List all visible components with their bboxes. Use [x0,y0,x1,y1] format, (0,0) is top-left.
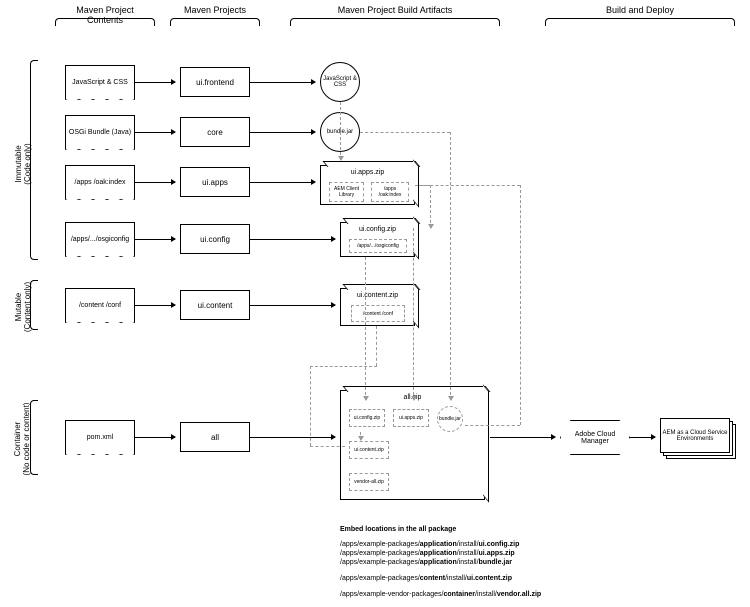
project-config: ui.config [180,224,250,254]
pkg-title: ui.apps.zip [321,169,414,176]
brace-deploy [545,18,735,26]
dashed-line [413,228,414,400]
dashed-line [310,446,345,447]
row-label-immutable: Immutable(Code only) [14,124,32,204]
artifact-all-zip: all.zip ui.config.zip ui.apps.zip bundle… [340,390,485,500]
dashed-line [310,366,311,446]
arrow [630,437,655,438]
project-content: ui.content [180,290,250,320]
dashed-line [376,326,377,366]
artifact-content-zip: ui.content.zip /content /conf [340,288,415,326]
artifact-apps-zip: ui.apps.zip AEM Client Library /apps /oa… [320,165,415,205]
all-inner-content: ui.content.zip [349,441,389,459]
content-config: /apps/.../osgiconfig [65,222,135,257]
arrow [135,437,175,438]
dashed-line [415,185,520,186]
arrow [135,132,175,133]
arrow [135,239,175,240]
col-header-artifacts: Maven Project Build Artifacts [320,5,470,15]
content-content: /content /conf [65,288,135,323]
pkg-title: ui.config.zip [341,226,414,233]
arrow [135,82,175,83]
dashed-line [465,425,520,426]
footer-title: Embed locations in the all package [340,525,456,534]
content-osgi: OSGi Bundle (Java) [65,115,135,150]
row-label-container: Container(No code or content) [13,389,31,489]
brace-artifacts [290,18,500,26]
brace-projects [170,18,260,26]
project-all: all [180,422,250,452]
dashed-line [450,132,451,400]
arrow [250,182,315,183]
all-inner-apps: ui.apps.zip [393,409,429,427]
row-label-mutable: Mutable(Content only) [14,267,32,347]
dashed-line [360,132,450,133]
artifact-config-zip: ui.config.zip /apps/.../osgiconfig [340,222,415,257]
all-inner-config: ui.config.zip [349,409,385,427]
arrow [250,437,335,438]
col-header-deploy: Build and Deploy [580,5,700,15]
arrow [135,305,175,306]
dashed-line [360,432,361,440]
project-frontend: ui.frontend [180,67,250,97]
all-inner-vendor: vendor-all.zip [349,473,389,491]
arrow [250,82,315,83]
arrow [250,132,315,133]
inner-config: /apps/.../osgiconfig [349,239,407,253]
content-jscss: JavaScript & CSS [65,65,135,100]
dashed-line [340,102,341,160]
footer-line-3: /apps/example-packages/application/insta… [340,558,512,567]
pkg-title: ui.content.zip [341,292,414,299]
inner-clientlib: AEM Client Library [329,182,364,202]
dashed-line [430,185,431,228]
arrow [135,182,175,183]
project-core: core [180,117,250,147]
project-apps: ui.apps [180,167,250,197]
aem-environments: AEM as a Cloud Service Environments [660,418,735,458]
arrow [490,437,555,438]
dashed-line [365,257,366,400]
inner-oak: /apps /oak:index [371,182,409,202]
brace-container [30,400,38,475]
artifact-jscss: JavaScript & CSS [320,62,360,102]
all-inner-bundle: bundle.jar [437,406,463,432]
dashed-line [310,366,377,367]
brace-contents [55,18,155,26]
content-apps: /apps /oak:index [65,165,135,200]
footer-line-2: /apps/example-packages/application/insta… [340,549,515,558]
arrow [250,305,335,306]
footer-line-1: /apps/example-packages/application/insta… [340,540,519,549]
adobe-cloud-manager: Adobe Cloud Manager [560,420,630,455]
footer-line-4: /apps/example-packages/content/install/u… [340,574,512,583]
inner-content: /content /conf [351,305,405,322]
col-header-projects: Maven Projects [175,5,255,15]
content-pom: pom.xml [65,420,135,455]
arrow [250,239,335,240]
dashed-line [520,185,521,425]
footer-line-5: /apps/example-vendor-packages/container/… [340,590,541,599]
